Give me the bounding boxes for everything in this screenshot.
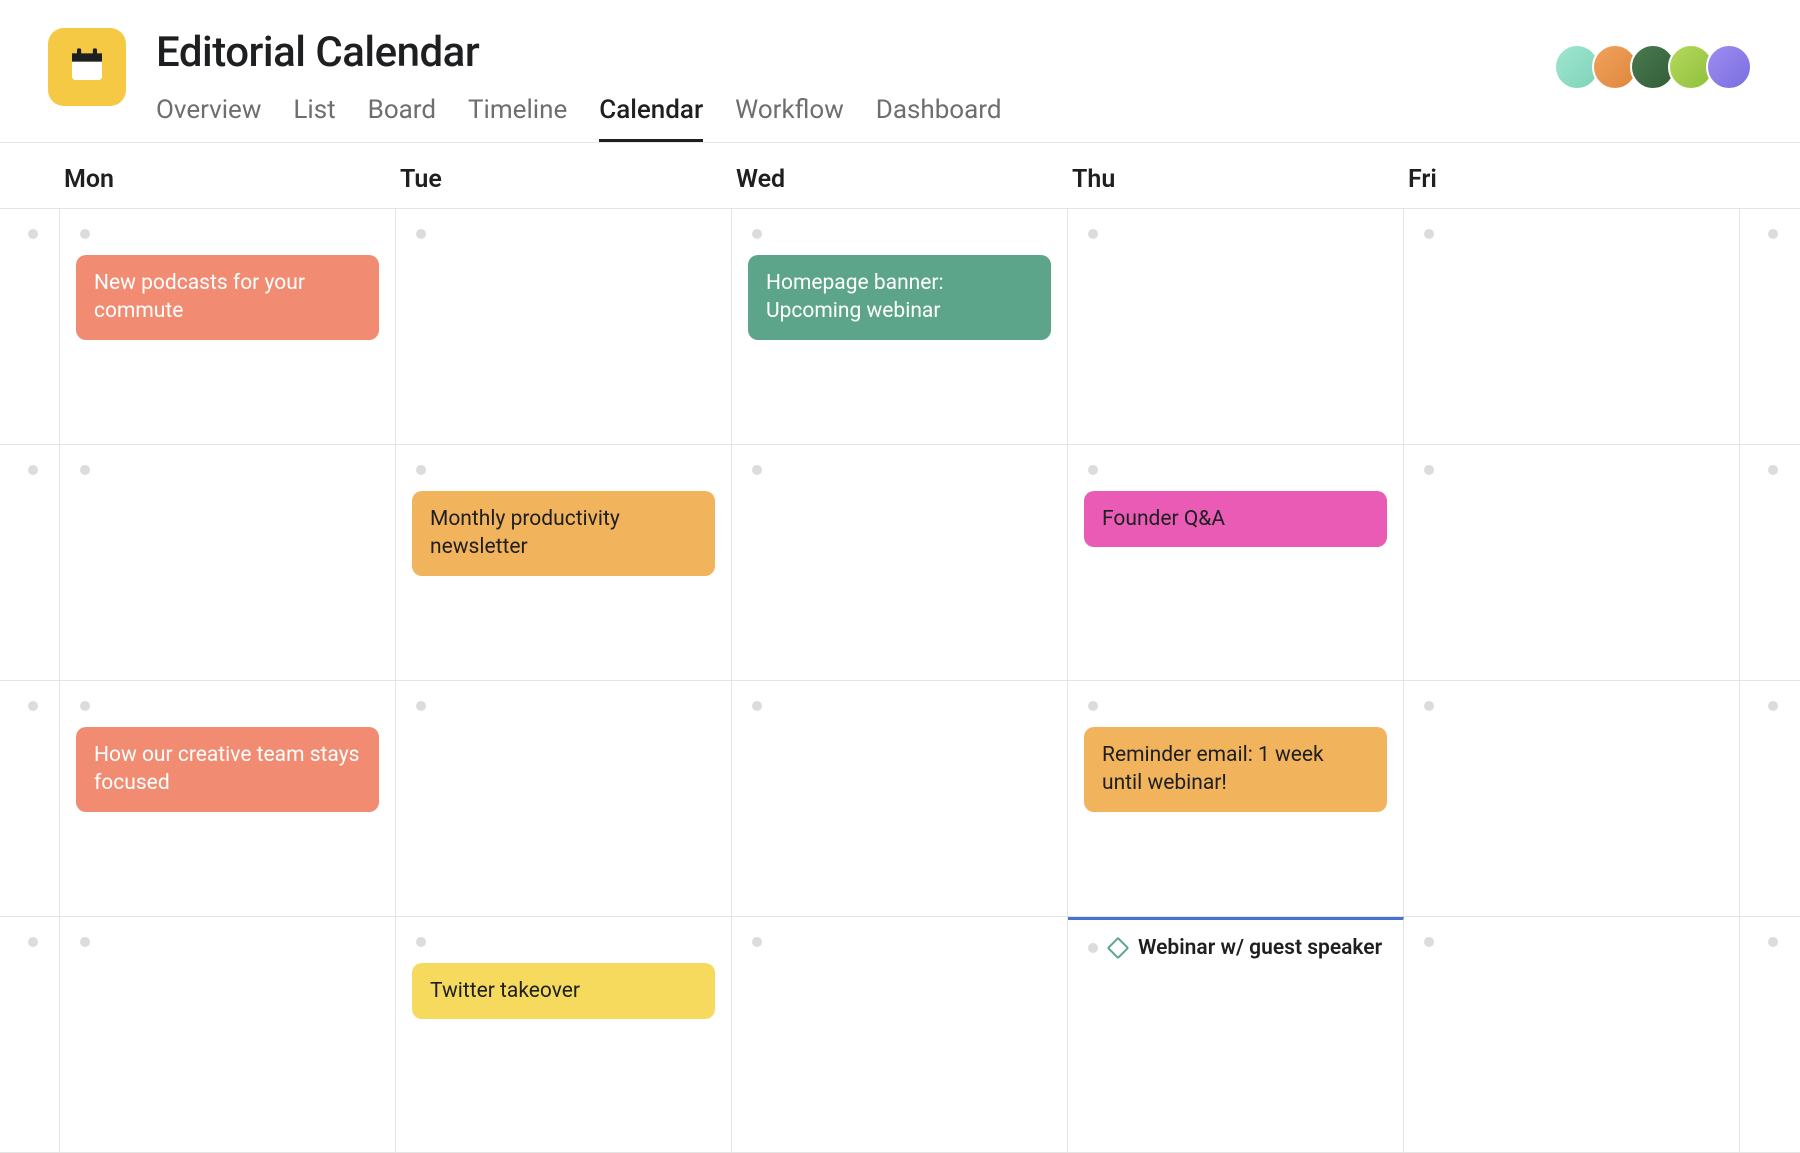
date-dot: [1088, 229, 1098, 239]
date-dot: [1088, 701, 1098, 711]
milestone-icon: [1107, 937, 1130, 960]
day-headers: Mon Tue Wed Thu Fri: [0, 143, 1800, 208]
calendar-cell[interactable]: Reminder email: 1 week until webinar!: [1068, 681, 1404, 917]
date-dot: [1088, 943, 1098, 953]
title-tabs: Editorial Calendar Overview List Board T…: [156, 28, 1002, 142]
calendar-cell[interactable]: [732, 445, 1068, 681]
tab-timeline[interactable]: Timeline: [468, 95, 567, 142]
calendar-cell[interactable]: Homepage banner: Upcoming webinar: [732, 209, 1068, 445]
avatar-stack[interactable]: [1554, 44, 1752, 90]
calendar-cell[interactable]: [396, 681, 732, 917]
event-card[interactable]: New podcasts for your commute: [76, 255, 379, 340]
date-dot: [80, 465, 90, 475]
tab-calendar[interactable]: Calendar: [599, 95, 703, 142]
milestone-event[interactable]: Webinar w/ guest speaker: [1088, 936, 1393, 960]
tab-overview[interactable]: Overview: [156, 95, 261, 142]
calendar-cell[interactable]: [1740, 209, 1800, 445]
date-dot: [752, 465, 762, 475]
calendar-cell-today[interactable]: Webinar w/ guest speaker: [1068, 917, 1404, 1153]
day-header-mon: Mon: [60, 165, 396, 194]
calendar-cell[interactable]: [1740, 917, 1800, 1153]
date-dot: [1424, 701, 1434, 711]
avatar[interactable]: [1706, 44, 1752, 90]
calendar-cell[interactable]: [1404, 209, 1740, 445]
date-dot: [416, 465, 426, 475]
tab-workflow[interactable]: Workflow: [735, 95, 844, 142]
calendar-cell[interactable]: [1404, 681, 1740, 917]
event-label: Webinar w/ guest speaker: [1138, 936, 1382, 960]
date-dot: [416, 229, 426, 239]
date-dot: [1424, 937, 1434, 947]
date-dot: [28, 701, 38, 711]
event-card[interactable]: Homepage banner: Upcoming webinar: [748, 255, 1051, 340]
date-dot: [416, 701, 426, 711]
tab-board[interactable]: Board: [368, 95, 436, 142]
calendar-cell[interactable]: [732, 917, 1068, 1153]
header: Editorial Calendar Overview List Board T…: [0, 0, 1800, 143]
event-card[interactable]: How our creative team stays focused: [76, 727, 379, 812]
event-card[interactable]: Reminder email: 1 week until webinar!: [1084, 727, 1387, 812]
event-card[interactable]: Twitter takeover: [412, 963, 715, 1019]
tabs: Overview List Board Timeline Calendar Wo…: [156, 95, 1002, 142]
date-dot: [1088, 465, 1098, 475]
date-dot: [1768, 701, 1778, 711]
date-dot: [80, 701, 90, 711]
day-header-wed: Wed: [732, 165, 1068, 194]
event-card[interactable]: Founder Q&A: [1084, 491, 1387, 547]
calendar-cell[interactable]: [0, 445, 60, 681]
tab-dashboard[interactable]: Dashboard: [876, 95, 1002, 142]
date-dot: [28, 229, 38, 239]
header-left: Editorial Calendar Overview List Board T…: [48, 28, 1002, 142]
calendar-cell[interactable]: [0, 209, 60, 445]
date-dot: [28, 937, 38, 947]
tab-list[interactable]: List: [293, 95, 335, 142]
project-icon[interactable]: [48, 28, 126, 106]
date-dot: [1424, 229, 1434, 239]
day-header-fri: Fri: [1404, 165, 1740, 194]
date-dot: [28, 465, 38, 475]
day-header-tue: Tue: [396, 165, 732, 194]
date-dot: [80, 937, 90, 947]
calendar-cell[interactable]: New podcasts for your commute: [60, 209, 396, 445]
calendar-cell[interactable]: [0, 681, 60, 917]
calendar-cell[interactable]: How our creative team stays focused: [60, 681, 396, 917]
calendar-cell[interactable]: [1404, 445, 1740, 681]
calendar-cell[interactable]: Monthly productivity newsletter: [396, 445, 732, 681]
calendar-cell[interactable]: Founder Q&A: [1068, 445, 1404, 681]
calendar-cell[interactable]: [1068, 209, 1404, 445]
calendar-grid: New podcasts for your commute Homepage b…: [0, 208, 1800, 1153]
calendar-cell[interactable]: [1740, 445, 1800, 681]
calendar-cell[interactable]: [732, 681, 1068, 917]
date-dot: [80, 229, 90, 239]
date-dot: [1768, 937, 1778, 947]
calendar-cell[interactable]: [396, 209, 732, 445]
calendar-cell[interactable]: [60, 917, 396, 1153]
date-dot: [1424, 465, 1434, 475]
calendar-cell[interactable]: Twitter takeover: [396, 917, 732, 1153]
date-dot: [1768, 229, 1778, 239]
date-dot: [752, 701, 762, 711]
calendar-cell[interactable]: [1404, 917, 1740, 1153]
calendar-cell[interactable]: [0, 917, 60, 1153]
calendar-cell[interactable]: [1740, 681, 1800, 917]
date-dot: [1768, 465, 1778, 475]
event-card[interactable]: Monthly productivity newsletter: [412, 491, 715, 576]
day-header-thu: Thu: [1068, 165, 1404, 194]
date-dot: [752, 937, 762, 947]
calendar-icon: [67, 45, 107, 89]
calendar-cell[interactable]: [60, 445, 396, 681]
date-dot: [416, 937, 426, 947]
page-title: Editorial Calendar: [156, 28, 1002, 77]
date-dot: [752, 229, 762, 239]
